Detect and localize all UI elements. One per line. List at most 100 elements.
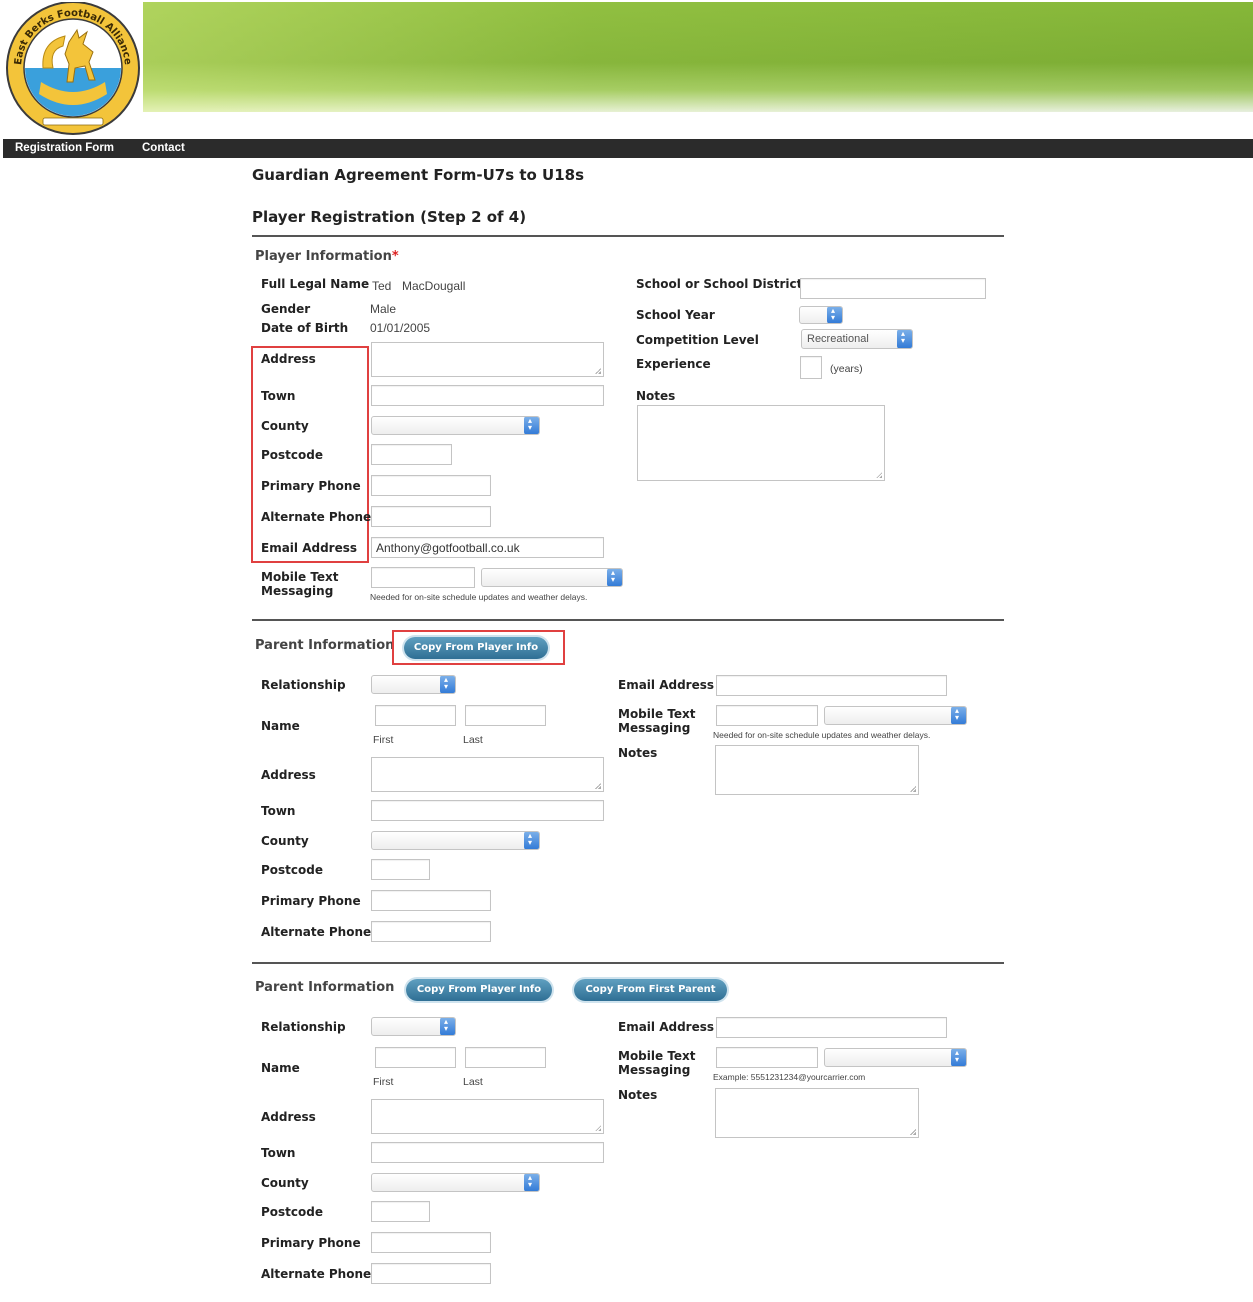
- player-school-input[interactable]: [800, 278, 986, 299]
- nav-contact[interactable]: Contact: [142, 140, 185, 156]
- section-divider: [252, 235, 1004, 237]
- label-email: Email Address: [618, 1020, 715, 1034]
- label-postcode: Postcode: [261, 448, 324, 462]
- experience-unit: (years): [830, 363, 863, 375]
- label-relationship: Relationship: [261, 1020, 346, 1034]
- parent1-postcode-input[interactable]: [371, 859, 430, 880]
- player-competition-level-select[interactable]: Recreational: [801, 329, 913, 349]
- required-marker: *: [391, 249, 399, 264]
- chevron-updown-icon: [524, 417, 539, 434]
- player-first-name: Ted: [372, 279, 392, 293]
- player-primary-phone-input[interactable]: [371, 475, 491, 496]
- player-address-input[interactable]: [371, 342, 604, 377]
- last-caption: Last: [463, 734, 483, 746]
- first-caption: First: [373, 1076, 394, 1088]
- chevron-updown-icon: [897, 330, 912, 348]
- chevron-updown-icon: [440, 676, 455, 693]
- player-section-label: Player Information: [255, 249, 392, 264]
- player-last-name: MacDougall: [402, 279, 466, 293]
- label-primary-phone: Primary Phone: [261, 479, 361, 493]
- label-full-legal-name: Full Legal Name: [261, 277, 370, 291]
- section-divider: [252, 962, 1004, 964]
- player-school-year-select[interactable]: [799, 306, 843, 324]
- player-section-title: Player Information*: [255, 249, 399, 264]
- player-county-select[interactable]: [371, 416, 540, 435]
- label-alternate-phone: Alternate Phone: [261, 925, 372, 939]
- label-email: Email Address: [261, 541, 358, 555]
- chevron-updown-icon: [951, 1049, 966, 1066]
- parent2-postcode-input[interactable]: [371, 1201, 430, 1222]
- chevron-updown-icon: [524, 1174, 539, 1191]
- parent2-copy-from-first-parent-button[interactable]: Copy From First Parent: [574, 979, 727, 1001]
- form-title: Guardian Agreement Form-U7s to U18s: [252, 166, 585, 184]
- label-mobile-text: Mobile Text Messaging: [618, 1049, 696, 1077]
- label-address: Address: [261, 1110, 316, 1124]
- label-county: County: [261, 419, 309, 433]
- label-email: Email Address: [618, 678, 715, 692]
- header-banner-overlay: [143, 2, 1253, 112]
- player-mobile-hint: Needed for on-site schedule updates and …: [370, 592, 588, 602]
- parent1-relationship-select[interactable]: [371, 675, 456, 694]
- parent1-copy-from-player-button[interactable]: Copy From Player Info: [404, 637, 548, 659]
- section-divider: [252, 619, 1004, 621]
- label-notes: Notes: [636, 389, 676, 403]
- label-name: Name: [261, 1061, 300, 1075]
- parent2-county-select[interactable]: [371, 1173, 540, 1192]
- label-name: Name: [261, 719, 300, 733]
- parent2-email-input[interactable]: [716, 1017, 947, 1038]
- parent2-town-input[interactable]: [371, 1142, 604, 1163]
- parent1-notes-input[interactable]: [715, 745, 919, 795]
- parent2-section-title: Parent Information: [255, 980, 395, 995]
- player-notes-input[interactable]: [637, 405, 885, 481]
- label-gender: Gender: [261, 302, 311, 316]
- label-school: School or School District: [636, 277, 803, 291]
- player-experience-input[interactable]: [800, 356, 822, 379]
- player-town-input[interactable]: [371, 385, 604, 406]
- parent1-county-select[interactable]: [371, 831, 540, 850]
- label-mobile-text: Mobile Text Messaging: [261, 570, 339, 598]
- parent1-last-name-input[interactable]: [465, 705, 546, 726]
- parent2-alternate-phone-input[interactable]: [371, 1263, 491, 1284]
- label-county: County: [261, 834, 309, 848]
- label-town: Town: [261, 1146, 296, 1160]
- parent2-copy-from-player-button[interactable]: Copy From Player Info: [406, 979, 552, 1001]
- chevron-updown-icon: [607, 569, 622, 586]
- parent2-mobile-hint: Example: 5551231234@yourcarrier.com: [713, 1072, 866, 1082]
- player-carrier-select[interactable]: [481, 568, 623, 587]
- label-address: Address: [261, 768, 316, 782]
- label-dob: Date of Birth: [261, 321, 349, 335]
- parent2-mobile-input[interactable]: [716, 1047, 818, 1068]
- parent2-carrier-select[interactable]: [824, 1048, 967, 1067]
- parent1-email-input[interactable]: [716, 675, 947, 696]
- parent1-mobile-input[interactable]: [716, 705, 818, 726]
- label-notes: Notes: [618, 1088, 658, 1102]
- label-town: Town: [261, 804, 296, 818]
- nav-bar: [3, 139, 1253, 158]
- chevron-updown-icon: [440, 1018, 455, 1035]
- parent1-first-name-input[interactable]: [375, 705, 456, 726]
- nav-registration-form[interactable]: Registration Form: [15, 140, 114, 156]
- competition-level-value: Recreational: [807, 333, 869, 345]
- player-email-input[interactable]: Anthony@gotfootball.co.uk: [371, 537, 604, 558]
- parent2-primary-phone-input[interactable]: [371, 1232, 491, 1253]
- parent1-address-input[interactable]: [371, 757, 604, 792]
- club-logo[interactable]: East Berks Football Alliance: [3, 1, 143, 140]
- player-alternate-phone-input[interactable]: [371, 506, 491, 527]
- label-postcode: Postcode: [261, 1205, 324, 1219]
- parent1-alternate-phone-input[interactable]: [371, 921, 491, 942]
- parent2-notes-input[interactable]: [715, 1088, 919, 1138]
- first-caption: First: [373, 734, 394, 746]
- last-caption: Last: [463, 1076, 483, 1088]
- parent1-carrier-select[interactable]: [824, 706, 967, 725]
- parent1-primary-phone-input[interactable]: [371, 890, 491, 911]
- parent2-first-name-input[interactable]: [375, 1047, 456, 1068]
- player-mobile-input[interactable]: [371, 567, 475, 588]
- parent2-relationship-select[interactable]: [371, 1017, 456, 1036]
- parent1-town-input[interactable]: [371, 800, 604, 821]
- label-county: County: [261, 1176, 309, 1190]
- player-postcode-input[interactable]: [371, 444, 452, 465]
- label-primary-phone: Primary Phone: [261, 894, 361, 908]
- label-relationship: Relationship: [261, 678, 346, 692]
- parent2-address-input[interactable]: [371, 1099, 604, 1134]
- parent2-last-name-input[interactable]: [465, 1047, 546, 1068]
